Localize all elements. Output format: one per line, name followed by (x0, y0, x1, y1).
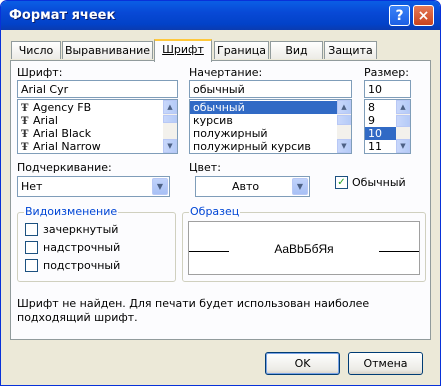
style-list-item[interactable]: полужирный (190, 127, 337, 140)
style-list-item[interactable]: курсив (190, 114, 337, 127)
close-button[interactable]: × (413, 5, 434, 26)
style-list[interactable]: обычный курсив полужирный полужирный кур… (189, 99, 352, 154)
strikethrough-label: зачеркнутый (43, 223, 119, 236)
tab-protection[interactable]: Защита (324, 41, 377, 59)
superscript-label: надстрочный (43, 241, 121, 254)
scroll-thumb[interactable] (396, 115, 410, 127)
scroll-up-icon[interactable]: ▲ (163, 100, 177, 114)
window-title: Формат ячеек (9, 8, 116, 23)
font-name-input[interactable]: Arial Cyr (17, 80, 178, 98)
scroll-thumb[interactable] (163, 115, 177, 123)
font-list-item[interactable]: Ŧ Arial (18, 114, 177, 127)
font-list-item[interactable]: Ŧ Agency FB (18, 101, 177, 114)
subscript-label: подстрочный (43, 259, 121, 272)
tab-patterns[interactable]: Вид (270, 41, 323, 59)
tab-alignment[interactable]: Выравнивание (62, 41, 153, 59)
ok-button[interactable]: OK (265, 352, 340, 375)
style-list-item[interactable]: обычный (190, 101, 337, 114)
style-input[interactable]: обычный (189, 80, 352, 98)
size-list[interactable]: 8 9 10 11 ▲ ▼ (364, 99, 411, 154)
style-label: Начертание: (189, 66, 263, 79)
style-list-scrollbar[interactable]: ▲ ▼ (337, 100, 351, 153)
font-tab-panel: Шрифт: Arial Cyr Ŧ Agency FB Ŧ Arial Ŧ Aria… (10, 60, 431, 340)
scroll-down-icon[interactable]: ▼ (337, 139, 351, 153)
normal-font-checkbox[interactable]: ✓ (335, 176, 348, 189)
size-list-item[interactable]: 9 (365, 114, 396, 127)
title-bar: Формат ячеек ? × (1, 1, 440, 30)
size-list-item[interactable]: 8 (365, 101, 396, 114)
font-list-scrollbar[interactable]: ▲ ▼ (163, 100, 177, 153)
scroll-down-icon[interactable]: ▼ (163, 139, 177, 153)
chevron-down-icon[interactable]: ▼ (152, 178, 168, 195)
tab-border[interactable]: Граница (214, 41, 269, 59)
effects-title: Видоизменение (24, 205, 119, 218)
style-list-item[interactable]: полужирный курсив (190, 140, 337, 153)
scroll-thumb[interactable] (337, 115, 351, 125)
scroll-down-icon[interactable]: ▼ (396, 139, 410, 153)
size-label: Размер: (364, 66, 409, 79)
effects-group: Видоизменение зачеркнутый надстрочный по… (17, 205, 176, 282)
tab-font-label: Шрифт (162, 43, 204, 56)
underline-value: Нет (21, 180, 43, 193)
preview-text: AaBbБбЯя (274, 242, 334, 256)
format-cells-dialog: Формат ячеек ? × Число Выравнивание Шриф… (0, 0, 441, 386)
font-label: Шрифт: (17, 66, 63, 79)
font-list[interactable]: Ŧ Agency FB Ŧ Arial Ŧ Arial Black Ŧ Arial Na… (17, 99, 178, 154)
preview-group: Образец AaBbБбЯя (182, 205, 426, 282)
color-label: Цвет: (189, 161, 221, 174)
size-list-item[interactable]: 11 (365, 140, 396, 153)
size-list-item[interactable]: 10 (365, 127, 396, 140)
scroll-up-icon[interactable]: ▲ (396, 100, 410, 114)
subscript-checkbox[interactable] (25, 259, 38, 272)
status-message: Шрифт не найден. Для печати будет исполь… (17, 297, 370, 324)
tab-font[interactable]: Шрифт (154, 39, 212, 62)
tab-number[interactable]: Число (11, 41, 61, 59)
size-input[interactable]: 10 (364, 80, 411, 98)
strikethrough-checkbox[interactable] (25, 223, 38, 236)
scroll-up-icon[interactable]: ▲ (337, 100, 351, 114)
font-list-item[interactable]: Ŧ Arial Narrow (18, 140, 177, 153)
cancel-button[interactable]: Отмена (348, 352, 423, 375)
help-button[interactable]: ? (389, 5, 410, 26)
color-select[interactable]: Авто ▼ (195, 176, 310, 197)
underline-select[interactable]: Нет ▼ (17, 176, 170, 197)
normal-font-label: Обычный (352, 176, 406, 189)
size-list-scrollbar[interactable]: ▲ ▼ (396, 100, 410, 153)
truetype-icon: Ŧ (21, 142, 29, 153)
font-list-item[interactable]: Ŧ Arial Black (18, 127, 177, 140)
superscript-checkbox[interactable] (25, 241, 38, 254)
preview-box: AaBbБбЯя (188, 221, 420, 275)
chevron-down-icon[interactable]: ▼ (292, 178, 308, 195)
color-value: Авто (232, 180, 260, 193)
preview-title: Образец (189, 205, 241, 218)
underline-label: Подчеркивание: (17, 161, 112, 174)
